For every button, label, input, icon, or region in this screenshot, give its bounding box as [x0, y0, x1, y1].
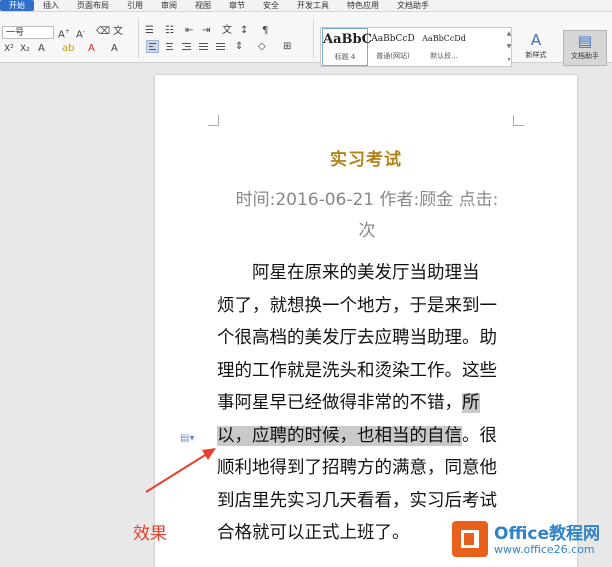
- body-text-run: 烦了，就想换一个地方，于是来到一: [217, 295, 497, 316]
- meta-line: 次: [358, 221, 376, 241]
- divider: [313, 18, 314, 58]
- sort-icon[interactable]: ↕: [240, 24, 248, 38]
- phonetic-icon[interactable]: 文: [113, 25, 123, 39]
- red-arrow: [145, 448, 216, 493]
- body-line: 阿星在原来的美发厅当助理当: [217, 257, 517, 290]
- style-default-para[interactable]: AaBbCcDd 默认段...: [419, 28, 469, 66]
- style-gallery: AaBbC 标题 4 AaBbCcD 普通(网站) AaBbCcDd 默认段..…: [320, 27, 512, 67]
- watermark-title: Office教程网: [494, 524, 601, 544]
- body-text-run: 个很高档的美发厅去应聘当助理。助: [217, 328, 497, 348]
- document-title: 实习考试: [330, 150, 402, 170]
- chinese-layout-icon[interactable]: 文: [222, 24, 232, 38]
- crop-mark: [208, 115, 219, 126]
- ribbon-tabs: 开始 插入 页面布局 引用 审阅 视图 章节 安全 开发工具 特色应用 文档助手: [0, 0, 612, 12]
- tab-view[interactable]: 视图: [186, 0, 220, 11]
- body-text-run: 阿星在原来的美发厅当助理当: [217, 263, 480, 283]
- borders-icon[interactable]: ⊞: [283, 40, 291, 54]
- tab-doc-assistant[interactable]: 文档助手: [388, 0, 438, 11]
- numbered-list-icon[interactable]: ☷: [165, 24, 174, 38]
- body-line: 烦了，就想换一个地方，于是来到一: [217, 290, 517, 323]
- divider: [138, 18, 139, 58]
- doc-assistant-button[interactable]: ▤ 文档助手: [563, 30, 607, 66]
- highlight-icon[interactable]: ab: [62, 42, 74, 56]
- body-line: 到店里先实习几天看看，实习后考试: [217, 485, 517, 518]
- style-normal-web[interactable]: AaBbCcD 普通(网站): [371, 28, 415, 66]
- align-center-button[interactable]: [163, 40, 176, 53]
- body-line: 个很高档的美发厅去应聘当助理。助: [217, 322, 517, 355]
- body-text-run: 合格就可以正式上班了。: [217, 523, 410, 543]
- decrease-indent-icon[interactable]: ⇤: [185, 24, 193, 38]
- body-text-run: 到店里先实习几天看看，实习后考试: [217, 490, 497, 511]
- body-line: 理的工作就是洗头和烫染工作。这些: [217, 355, 517, 388]
- tab-insert[interactable]: 插入: [34, 0, 68, 11]
- doc-assistant-icon: ▤: [577, 32, 593, 50]
- tab-start[interactable]: 开始: [0, 0, 34, 11]
- body-line: 事阿星早已经做得非常的不错，所: [217, 387, 517, 420]
- new-style-icon: A: [530, 31, 542, 49]
- tab-page-layout[interactable]: 页面布局: [68, 0, 118, 11]
- watermark: Office教程网 www.office26.com: [446, 515, 606, 563]
- clear-format-icon[interactable]: ⌫: [96, 25, 110, 39]
- align-right-button[interactable]: [180, 40, 193, 53]
- effect-caption: 效果: [133, 524, 167, 544]
- subscript-icon[interactable]: X₂: [20, 42, 30, 56]
- show-marks-icon[interactable]: ¶: [262, 24, 268, 38]
- grow-font-icon[interactable]: A+: [58, 25, 70, 42]
- tab-developer[interactable]: 开发工具: [288, 0, 338, 11]
- body-line: 顺利地得到了招聘方的满意，同意他: [217, 452, 517, 485]
- selected-text: 以，应聘的时候，也相当的自信: [217, 425, 462, 446]
- tab-review[interactable]: 审阅: [152, 0, 186, 11]
- shading-icon[interactable]: ◇: [258, 40, 266, 54]
- body-text-run: 事阿星早已经做得非常的不错，: [217, 393, 462, 413]
- text-effect-icon[interactable]: A: [38, 42, 45, 56]
- body-text-run: 理的工作就是洗头和烫染工作。这些: [217, 360, 497, 381]
- shrink-font-icon[interactable]: A-: [76, 25, 85, 42]
- new-style-button[interactable]: A 新样式: [518, 30, 554, 66]
- distributed-button[interactable]: [214, 40, 227, 53]
- meta-line: 时间:2016-06-21 作者:顾金 点击:: [235, 190, 499, 210]
- body-text-run: 。很: [462, 425, 497, 446]
- toolbar: 一号 A+ A- ⌫ 文 X² X₂ A ab A A ☰ ☷ ⇤ ⇥ 文 ↕ …: [0, 12, 612, 67]
- tab-section[interactable]: 章节: [220, 0, 254, 11]
- superscript-icon[interactable]: X²: [4, 42, 14, 56]
- document-meta: 时间:2016-06-21 作者:顾金 点击: 次: [217, 185, 517, 247]
- tab-security[interactable]: 安全: [254, 0, 288, 11]
- document-body[interactable]: 阿星在原来的美发厅当助理当 烦了，就想换一个地方，于是来到一 个很高档的美发厅去应聘…: [217, 257, 517, 550]
- gallery-scroll[interactable]: ▲ ▼ ▾: [504, 27, 514, 67]
- align-left-button[interactable]: [146, 40, 159, 53]
- style-heading4[interactable]: AaBbC 标题 4: [322, 28, 372, 66]
- watermark-url: www.office26.com: [494, 543, 595, 556]
- tab-features[interactable]: 特色应用: [338, 0, 388, 11]
- justify-button[interactable]: [197, 40, 210, 53]
- body-line: 以，应聘的时候，也相当的自信。很: [217, 420, 517, 453]
- body-text-run: 顺利地得到了招聘方的满意，同意他: [217, 458, 497, 478]
- font-size-select[interactable]: 一号: [2, 26, 54, 39]
- office-logo-icon: [452, 521, 488, 557]
- crop-mark: [513, 115, 524, 126]
- increase-indent-icon[interactable]: ⇥: [202, 24, 210, 38]
- char-shading-icon[interactable]: A: [111, 42, 118, 56]
- bullet-list-icon[interactable]: ☰: [145, 24, 154, 38]
- font-color-icon[interactable]: A: [88, 42, 95, 56]
- line-spacing-icon[interactable]: ⇕: [235, 40, 243, 54]
- tab-references[interactable]: 引用: [118, 0, 152, 11]
- selected-text: 所: [462, 393, 480, 413]
